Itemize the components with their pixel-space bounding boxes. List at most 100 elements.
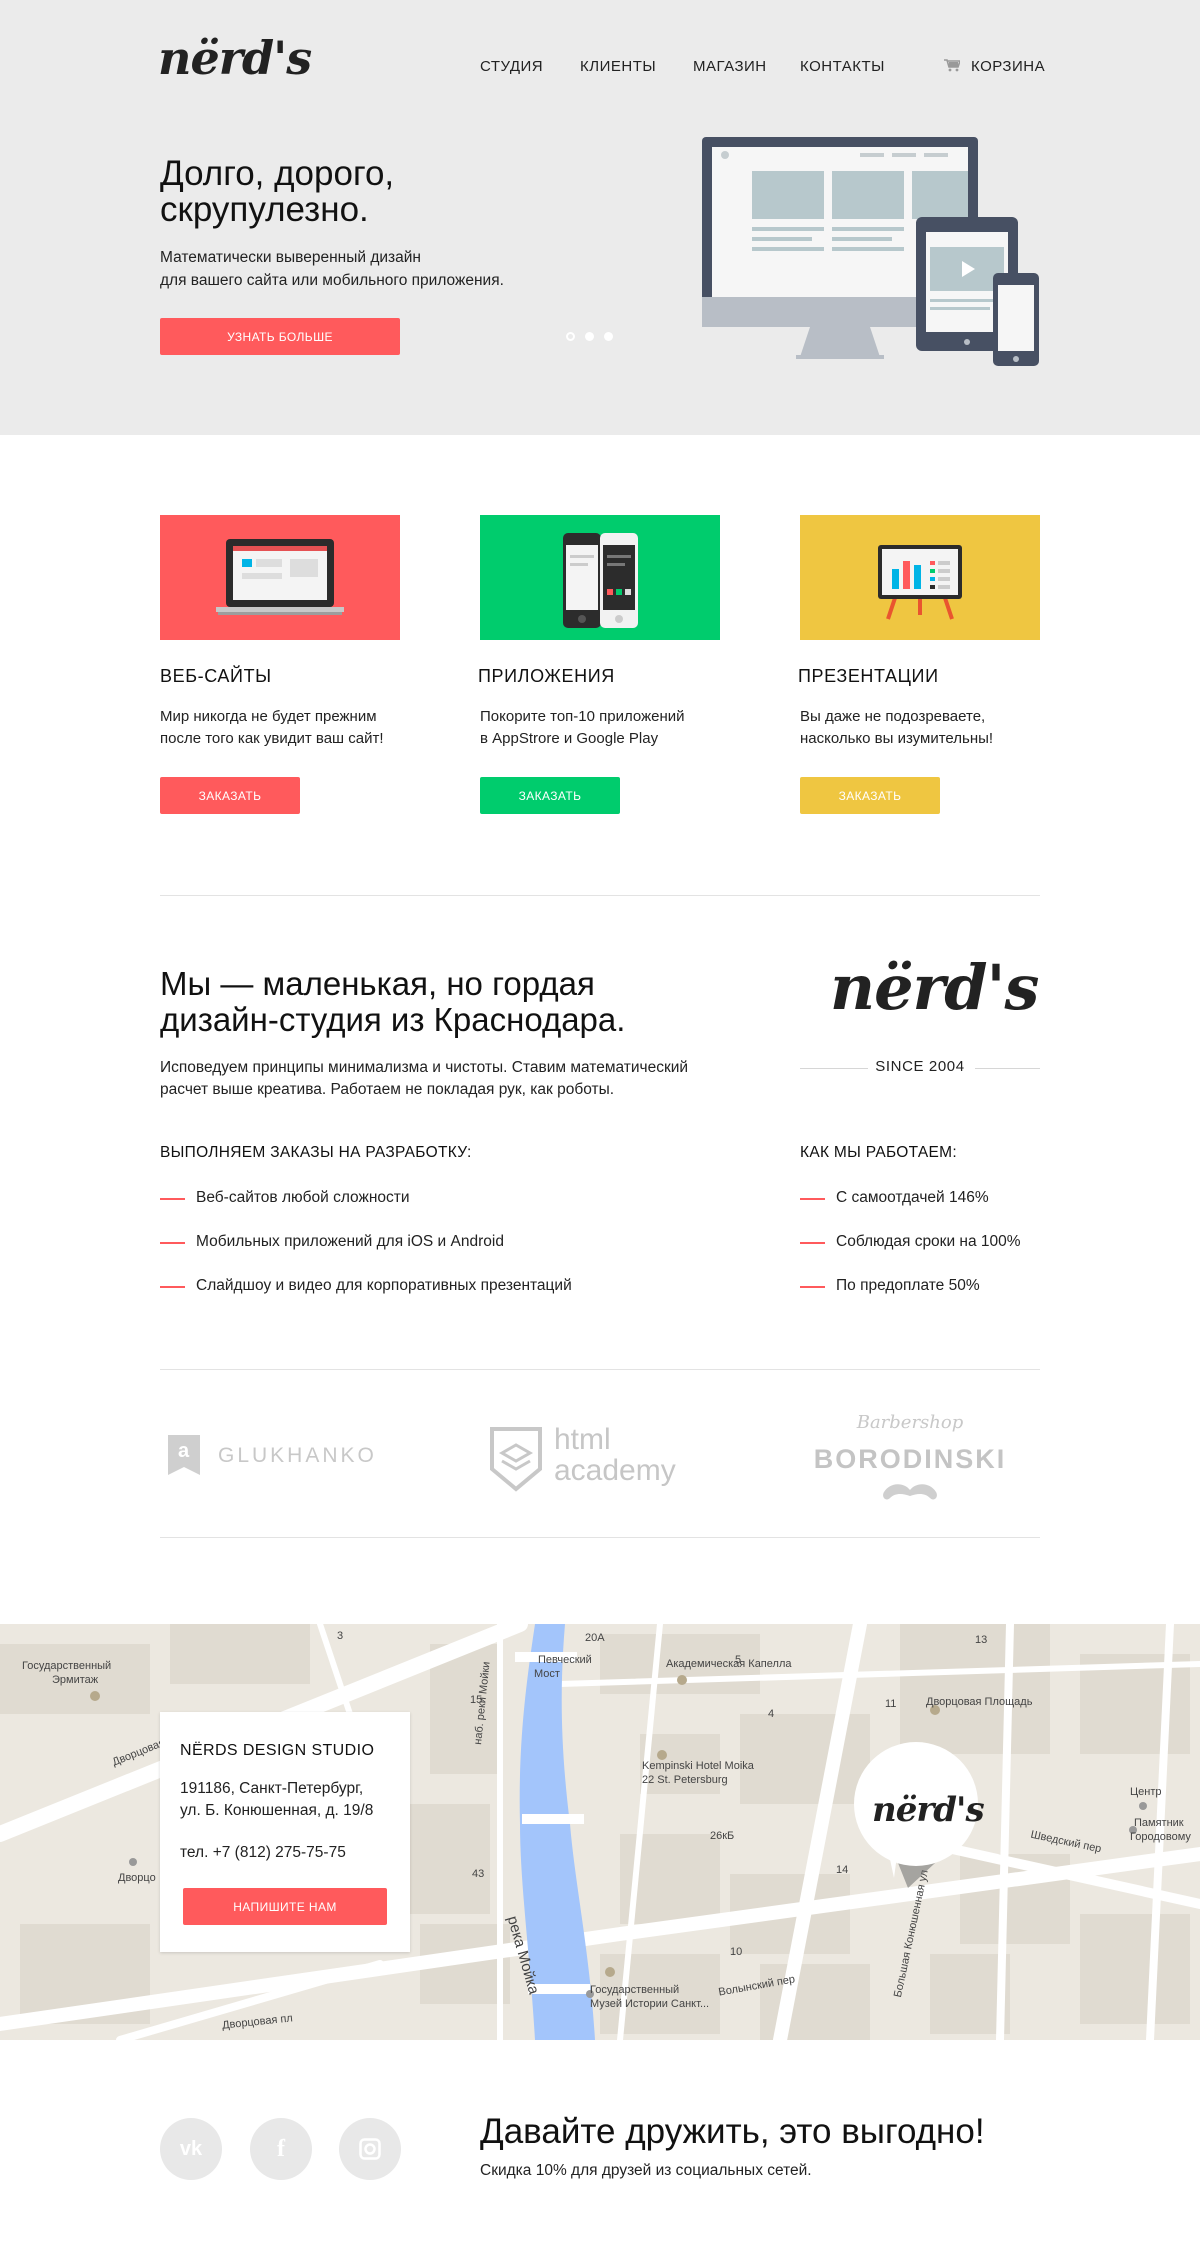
contact-address-line: 191186, Санкт-Петербург, (180, 1780, 364, 1797)
map-label: Государственный (22, 1660, 112, 1672)
map-label: 11 (885, 1698, 897, 1710)
nav-item-cart[interactable]: КОРЗИНА (971, 58, 1045, 75)
map-label: 10 (730, 1946, 743, 1958)
hero-subtitle-line: Математически выверенный дизайн (160, 249, 421, 266)
divider (160, 1369, 1040, 1370)
map-label: Эрмитаж (52, 1674, 99, 1686)
list-item: Веб-сайтов любой сложности (160, 1189, 410, 1207)
order-apps-button[interactable]: ЗАКАЗАТЬ (480, 777, 620, 814)
footer-subtitle: Скидка 10% для друзей из социальных сете… (480, 2162, 812, 2179)
service-title-presentations: ПРЕЗЕНТАЦИИ (798, 666, 939, 686)
map-label: 20А (585, 1632, 605, 1644)
service-text-line: Мир никогда не будет прежним (160, 708, 377, 725)
list-item: С самоотдачей 146% (800, 1189, 989, 1207)
devices-illustration (702, 137, 1039, 366)
presentations-image (800, 515, 1040, 640)
service-text-line: в AppStrore и Google Play (480, 730, 659, 747)
instagram-glyph (359, 2138, 381, 2160)
service-title-apps: ПРИЛОЖЕНИЯ (478, 666, 615, 686)
smartphones-icon (563, 533, 638, 628)
map-label: Дворцовая Площадь (926, 1696, 1033, 1708)
hero-section: nërd's СТУДИЯ КЛИЕНТЫ МАГАЗИН КОНТАКТЫ К… (0, 0, 1200, 435)
slider-dot-1[interactable] (566, 332, 575, 341)
html-academy-shield-icon (490, 1427, 542, 1492)
map-label: Памятник (1134, 1817, 1184, 1829)
write-us-button[interactable]: НАПИШИТЕ НАМ (183, 1888, 387, 1925)
service-title-websites: ВЕБ-САЙТЫ (160, 666, 272, 686)
how-we-work-heading: КАК МЫ РАБОТАЕМ: (800, 1144, 957, 1161)
since-label: SINCE 2004 (875, 1058, 965, 1075)
mustache-icon (883, 1484, 937, 1500)
nav-item-contacts[interactable]: КОНТАКТЫ (800, 58, 885, 75)
vk-icon[interactable]: vk (160, 2118, 222, 2180)
laptop-icon (216, 539, 344, 615)
map-label: 13 (975, 1634, 988, 1646)
service-text-line: после того как увидит ваш сайт! (160, 730, 384, 747)
contact-phone: тел. +7 (812) 275-75-75 (180, 1844, 346, 1861)
orders-heading: ВЫПОЛНЯЕМ ЗАКАЗЫ НА РАЗРАБОТКУ: (160, 1144, 472, 1161)
about-text-line: расчет выше креатива. Работаем не поклад… (160, 1081, 615, 1098)
slider-dot-2[interactable] (585, 332, 594, 341)
nav-item-clients[interactable]: КЛИЕНТЫ (580, 58, 656, 75)
partner-borodinski[interactable]: Barbershop BORODINSKI (805, 1412, 1015, 1506)
hero-title: Долго, дорого, скрупулезно. (160, 154, 395, 229)
map-label: 43 (472, 1868, 485, 1880)
facebook-icon[interactable]: f (250, 2118, 312, 2180)
map-label: Государственный (590, 1984, 680, 1996)
about-title: Мы — маленькая, но гордая дизайн-студия … (160, 966, 780, 1038)
map-label: Kempinski Hotel Moika (642, 1760, 754, 1772)
hero-subtitle: Математически выверенный дизайн для ваше… (160, 246, 600, 292)
slider-dot-3[interactable] (604, 332, 613, 341)
nav-item-shop[interactable]: МАГАЗИН (693, 58, 767, 75)
list-item: Мобильных приложений для iOS и Android (160, 1233, 504, 1251)
apps-image (480, 515, 720, 640)
order-websites-button[interactable]: ЗАКАЗАТЬ (160, 777, 300, 814)
instagram-icon[interactable] (339, 2118, 401, 2180)
about-text: Исповедуем принципы минимализма и чистот… (160, 1057, 760, 1101)
map-label: 26кБ (710, 1830, 735, 1842)
map-label: Музей Истории Санкт... (590, 1998, 710, 2010)
map-label: Мост (534, 1668, 560, 1680)
nav-item-studio[interactable]: СТУДИЯ (480, 58, 543, 75)
cart-icon[interactable] (944, 59, 960, 72)
footer-title: Давайте дружить, это выгодно! (480, 2112, 985, 2151)
map-label: 5 (735, 1654, 742, 1666)
divider (160, 1537, 1040, 1538)
learn-more-button[interactable]: УЗНАТЬ БОЛЬШЕ (160, 318, 400, 355)
glukhanko-wordmark: GLUKHANKO (218, 1444, 377, 1467)
list-item: Слайдшоу и видео для корпоративных презе… (160, 1277, 572, 1295)
about-text-line: Исповедуем принципы минимализма и чистот… (160, 1059, 689, 1076)
contact-address: 191186, Санкт-Петербург, ул. Б. Конюшенн… (180, 1778, 400, 1822)
site-logo[interactable]: nërd's (158, 30, 312, 86)
list-item: Соблюдая сроки на 100% (800, 1233, 1021, 1251)
contact-card: NËRDS DESIGN STUDIO 191186, Санкт-Петерб… (160, 1712, 410, 1952)
vk-glyph: vk (179, 2137, 203, 2160)
map-label: Певческий (538, 1654, 592, 1666)
barbershop-script: Barbershop (856, 1412, 964, 1433)
about-title-line: дизайн-студия из Краснодара. (160, 1001, 626, 1038)
service-text-apps: Покорите топ-10 приложений в AppStrore и… (480, 706, 740, 750)
service-text-line: Покорите топ-10 приложений (480, 708, 685, 725)
map-label: 15 (470, 1694, 483, 1706)
map-label: 3 (337, 1630, 344, 1642)
order-presentations-button[interactable]: ЗАКАЗАТЬ (800, 777, 940, 814)
list-item: По предоплате 50% (800, 1277, 980, 1295)
about-title-line: Мы — маленькая, но гордая (160, 965, 595, 1002)
about-logo: nërd's (830, 951, 1039, 1024)
map-label: 4 (768, 1708, 775, 1720)
websites-image (160, 515, 400, 640)
html-academy-wordmark-1: html (554, 1423, 611, 1456)
map-label: Центр (1130, 1786, 1162, 1798)
contact-title: NËRDS DESIGN STUDIO (180, 1742, 375, 1759)
map-pin-logo: nërd's (872, 1790, 985, 1830)
hero-subtitle-line: для вашего сайта или мобильного приложен… (160, 272, 504, 289)
service-text-presentations: Вы даже не подозреваете, насколько вы из… (800, 706, 1060, 750)
html-academy-wordmark-2: academy (554, 1454, 676, 1487)
partner-html-academy[interactable]: html academy (488, 1425, 700, 1495)
map-label: 22 St. Petersburg (642, 1774, 728, 1786)
divider (160, 895, 1040, 896)
presentation-board-icon (878, 545, 962, 620)
service-text-websites: Мир никогда не будет прежним после того … (160, 706, 420, 750)
map-label: Дворцо (118, 1872, 156, 1884)
borodinski-wordmark: BORODINSKI (813, 1444, 1007, 1474)
